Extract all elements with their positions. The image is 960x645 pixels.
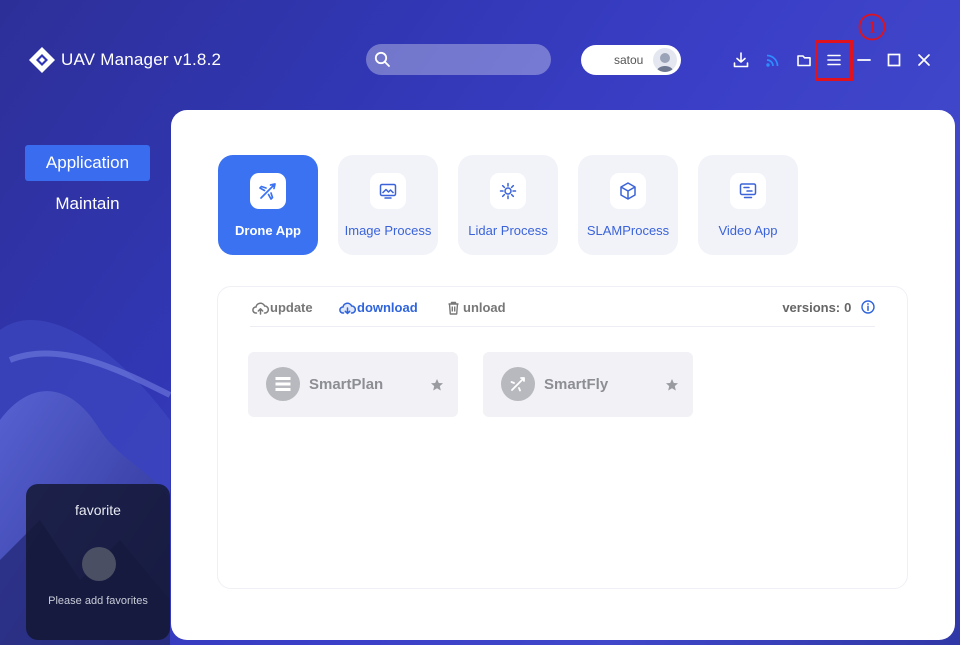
tab-download[interactable]: download [339,300,418,315]
cloud-update-icon [252,302,270,315]
close-icon[interactable] [915,51,933,69]
video-icon [730,173,766,209]
app-name: SmartPlan [309,376,384,393]
cube-icon [610,173,646,209]
folder-icon[interactable] [795,51,813,69]
category-label: Drone App [235,223,301,238]
lidar-icon [490,173,526,209]
star-icon[interactable] [430,378,444,392]
category-slam-process[interactable]: SLAMProcess [578,155,678,255]
sidebar-item-maintain[interactable]: Maintain [25,186,150,222]
search-input[interactable] [366,44,551,75]
app-card-smartplan[interactable]: SmartPlan [248,352,458,417]
main-panel: Drone App Image Process Lidar Process SL… [171,110,955,640]
app-card-smartfly[interactable]: SmartFly [483,352,693,417]
wifi-icon[interactable] [764,51,782,69]
info-icon[interactable] [861,300,875,314]
app-name: SmartFly [544,376,609,393]
maximize-icon[interactable] [885,51,903,69]
annotation-marker: 1 [858,13,886,41]
minimize-icon[interactable] [855,51,873,69]
tab-label: unload [463,300,506,315]
sidebar-item-application[interactable]: Application [25,145,150,181]
download-icon[interactable] [732,51,750,69]
category-image-process[interactable]: Image Process [338,155,438,255]
drone-icon [501,367,535,401]
favorites-hint: Please add favorites [48,595,148,607]
image-icon [370,173,406,209]
tab-update[interactable]: update [252,300,313,315]
avatar [653,48,677,72]
annotation-marker-text: 1 [868,18,877,37]
menu-highlight-box [815,40,853,81]
category-drone-app[interactable]: Drone App [218,155,318,255]
category-label: SLAMProcess [586,223,670,238]
category-label: Lidar Process [468,223,548,238]
star-icon[interactable] [665,378,679,392]
username: satou [614,53,644,67]
trash-icon [448,301,459,315]
avatar-icon [656,53,674,72]
app-list-panel: update download unload versions: 0 SmartP… [217,286,908,589]
category-video-app[interactable]: Video App [698,155,798,255]
category-lidar-process[interactable]: Lidar Process [458,155,558,255]
plane-icon [250,173,286,209]
tab-label: download [357,300,418,315]
cloud-download-icon [339,302,357,315]
category-label: Video App [718,223,778,238]
versions-count: 0 [844,300,852,315]
tab-bar: update download unload versions: 0 [250,287,875,327]
favorites-placeholder [82,547,116,581]
tab-label: update [270,300,313,315]
favorites-panel: favorite Please add favorites [26,484,170,640]
app-logo-icon [29,47,55,73]
search-icon [374,51,390,67]
app-title: UAV Manager v1.8.2 [61,50,222,69]
list-icon [266,367,300,401]
versions-info: versions: 0 [782,300,875,315]
user-profile[interactable]: satou [581,45,681,75]
tab-unload[interactable]: unload [445,300,506,315]
favorites-title: favorite [75,502,121,518]
category-label: Image Process [344,223,432,238]
versions-label: versions: [782,300,841,315]
